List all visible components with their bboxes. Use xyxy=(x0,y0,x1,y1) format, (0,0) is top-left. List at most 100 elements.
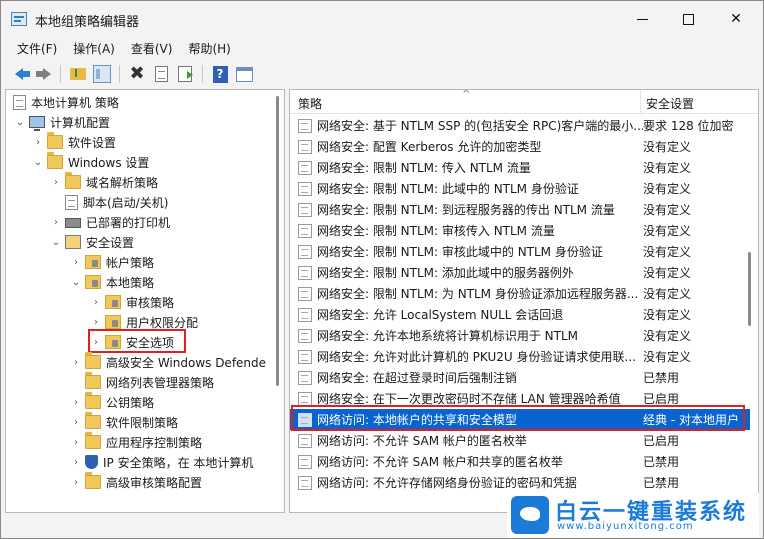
view-button[interactable] xyxy=(234,64,254,84)
show-tree-button[interactable] xyxy=(92,64,112,84)
policy-item-icon xyxy=(298,391,312,406)
policy-row[interactable]: 网络安全: 允许本地系统将计算机标识用于 NTLM 没有定义 xyxy=(290,325,750,346)
minimize-button[interactable] xyxy=(619,1,665,37)
tree-item-audit-policy[interactable]: › 审核策略 xyxy=(90,292,174,312)
menu-view[interactable]: 查看(V) xyxy=(123,37,181,59)
view-icon xyxy=(235,66,253,82)
tree-item-label: 已部署的打印机 xyxy=(86,215,171,230)
close-button[interactable]: ✕ xyxy=(713,1,759,37)
folder-icon xyxy=(47,132,63,149)
help-icon: ? xyxy=(212,65,228,83)
tree-item-label: 安全设置 xyxy=(86,235,135,250)
tree-item-defender-firewall[interactable]: › 高级安全 Windows Defende xyxy=(70,352,266,372)
policy-row[interactable]: 网络安全: 限制 NTLM: 传入 NTLM 流量 没有定义 xyxy=(290,157,750,178)
properties-button[interactable] xyxy=(151,64,171,84)
tree-item-local-policies[interactable]: ⌄ 本地策略 xyxy=(70,272,154,292)
policy-name: 网络安全: 限制 NTLM: 此域中的 NTLM 身份验证 xyxy=(317,182,579,196)
up-folder-icon xyxy=(70,68,86,80)
chevron-right-icon[interactable]: › xyxy=(70,397,82,408)
policy-row[interactable]: 网络访问: 不允许 SAM 帐户和共享的匿名枚举 已禁用 xyxy=(290,451,750,472)
tree-item-label: 脚本(启动/关机) xyxy=(83,195,169,210)
policy-value: 没有定义 xyxy=(643,224,692,238)
help-button[interactable]: ? xyxy=(210,64,230,84)
chevron-down-icon[interactable]: ⌄ xyxy=(32,157,44,168)
tree-item-software-settings[interactable]: › 软件设置 xyxy=(32,132,116,152)
menu-action[interactable]: 操作(A) xyxy=(65,37,123,59)
tree-item-deployed-printers[interactable]: › 已部署的打印机 xyxy=(50,212,170,232)
chevron-right-icon[interactable]: › xyxy=(90,317,102,328)
policy-row[interactable]: 网络安全: 限制 NTLM: 为 NTLM 身份验证添加远程服务器... 没有定义 xyxy=(290,283,750,304)
security-settings-icon xyxy=(65,235,81,249)
policy-row[interactable]: 网络安全: 在超过登录时间后强制注销 已禁用 xyxy=(290,367,750,388)
policy-name: 网络安全: 限制 NTLM: 审核传入 NTLM 流量 xyxy=(317,224,555,238)
policy-row[interactable]: 网络安全: 限制 NTLM: 审核传入 NTLM 流量 没有定义 xyxy=(290,220,750,241)
chevron-down-icon[interactable]: ⌄ xyxy=(14,117,26,128)
tree-item-security-settings[interactable]: ⌄ 安全设置 xyxy=(50,232,134,252)
tree-item-computer-config[interactable]: ⌄ 计算机配置 xyxy=(14,112,110,132)
tree-item-scripts[interactable]: 脚本(启动/关机) xyxy=(50,192,168,212)
export-button[interactable] xyxy=(175,64,195,84)
tree-scrollbar[interactable] xyxy=(276,96,279,386)
tree-item-public-key-policies[interactable]: › 公钥策略 xyxy=(70,392,154,412)
chevron-right-icon[interactable]: › xyxy=(70,357,82,368)
chevron-down-icon[interactable]: ⌄ xyxy=(70,277,82,288)
column-divider[interactable] xyxy=(640,90,641,114)
policy-row[interactable]: 网络安全: 限制 NTLM: 此域中的 NTLM 身份验证 没有定义 xyxy=(290,178,750,199)
watermark-url: www.baiyunxitong.com xyxy=(557,521,694,532)
tree-item-local-computer-policy[interactable]: 本地计算机 策略 xyxy=(10,92,119,112)
chevron-right-icon[interactable]: › xyxy=(32,137,44,148)
policy-row[interactable]: 网络安全: 限制 NTLM: 添加此域中的服务器例外 没有定义 xyxy=(290,262,750,283)
tree-item-windows-settings[interactable]: ⌄ Windows 设置 xyxy=(32,152,149,172)
tree-item-label: 审核策略 xyxy=(126,295,175,310)
list-header: ^ 策略 安全设置 xyxy=(290,90,758,114)
chevron-right-icon[interactable]: › xyxy=(70,437,82,448)
policy-row[interactable]: 网络安全: 允许 LocalSystem NULL 会话回退 没有定义 xyxy=(290,304,750,325)
forward-button[interactable] xyxy=(33,64,53,84)
policy-row[interactable]: 网络安全: 基于 NTLM SSP 的(包括安全 RPC)客户端的最小... 要求… xyxy=(290,115,750,136)
delete-icon: ✖ xyxy=(129,63,145,84)
list-scrollbar[interactable] xyxy=(748,252,751,326)
gpedit-window: 本地组策略编辑器 ✕ 文件(F) 操作(A) 查看(V) 帮助(H) ✖ ? 本… xyxy=(0,0,764,539)
tree-item-account-policies[interactable]: › 帐户策略 xyxy=(70,252,154,272)
tree-item-software-restriction[interactable]: › 软件限制策略 xyxy=(70,412,178,432)
policy-item-icon xyxy=(298,454,312,469)
chevron-right-icon[interactable]: › xyxy=(90,297,102,308)
secure-folder-icon xyxy=(105,295,121,309)
tree-item-app-control[interactable]: › 应用程序控制策略 xyxy=(70,432,202,452)
policy-row[interactable]: 网络安全: 配置 Kerberos 允许的加密类型 没有定义 xyxy=(290,136,750,157)
tree-item-label: 计算机配置 xyxy=(50,115,111,130)
chevron-right-icon[interactable]: › xyxy=(70,257,82,268)
up-folder-button[interactable] xyxy=(68,64,88,84)
tree-item-advanced-audit[interactable]: › 高级审核策略配置 xyxy=(70,472,202,492)
delete-button[interactable]: ✖ xyxy=(127,64,147,84)
policy-row[interactable]: 网络访问: 不允许 SAM 帐户的匿名枚举 已启用 xyxy=(290,430,750,451)
policy-row[interactable]: 网络访问: 不允许存储网络身份验证的密码和凭据 已禁用 xyxy=(290,472,750,493)
folder-icon xyxy=(85,372,101,389)
chevron-right-icon[interactable]: › xyxy=(70,477,82,488)
toolbar-separator xyxy=(60,65,61,83)
policy-row[interactable]: 网络安全: 限制 NTLM: 审核此域中的 NTLM 身份验证 没有定义 xyxy=(290,241,750,262)
printer-icon xyxy=(65,218,81,228)
tree-item-ip-security[interactable]: › IP 安全策略，在 本地计算机 xyxy=(70,452,253,472)
chevron-right-icon[interactable]: › xyxy=(50,217,62,228)
folder-icon xyxy=(85,472,101,489)
maximize-button[interactable] xyxy=(665,1,711,37)
menu-file[interactable]: 文件(F) xyxy=(9,37,65,59)
chevron-right-icon[interactable]: › xyxy=(70,457,82,468)
policy-row[interactable]: 网络安全: 限制 NTLM: 到远程服务器的传出 NTLM 流量 没有定义 xyxy=(290,199,750,220)
policy-value: 已禁用 xyxy=(643,455,680,469)
policy-list-pane[interactable]: ^ 策略 安全设置 网络安全: 基于 NTLM SSP 的(包括安全 RPC)客… xyxy=(289,89,759,513)
tree-item-network-list-manager[interactable]: 网络列表管理器策略 xyxy=(70,372,214,392)
menu-help[interactable]: 帮助(H) xyxy=(180,37,238,59)
chevron-right-icon[interactable]: › xyxy=(50,177,62,188)
column-header-setting[interactable]: 安全设置 xyxy=(646,95,694,112)
tree-item-name-resolution-policy[interactable]: › 域名解析策略 xyxy=(50,172,158,192)
chevron-right-icon[interactable]: › xyxy=(70,417,82,428)
chevron-down-icon[interactable]: ⌄ xyxy=(50,237,62,248)
policy-value: 已禁用 xyxy=(643,371,680,385)
tree-pane[interactable]: 本地计算机 策略 ⌄ 计算机配置 › 软件设置 ⌄ Windows 设置 › 域… xyxy=(5,89,285,513)
folder-icon xyxy=(85,352,101,369)
column-header-policy[interactable]: 策略 xyxy=(298,95,322,112)
policy-row[interactable]: 网络安全: 允许对此计算机的 PKU2U 身份验证请求使用联... 没有定义 xyxy=(290,346,750,367)
back-button[interactable] xyxy=(9,64,30,84)
